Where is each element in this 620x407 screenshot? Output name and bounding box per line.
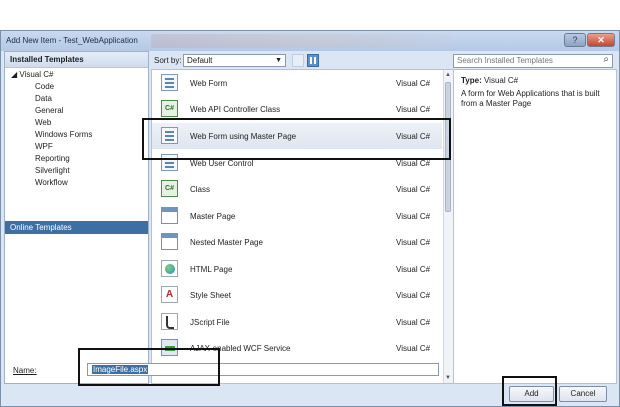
background-window-overlay bbox=[151, 34, 451, 48]
csharp-class-icon: C# bbox=[161, 180, 178, 197]
template-row-web-api-controller[interactable]: C# Web API Controller Class Visual C# bbox=[152, 96, 442, 122]
template-language: Visual C# bbox=[396, 238, 431, 247]
template-details-panel: Type: Visual C# A form for Web Applicati… bbox=[453, 69, 617, 384]
template-name: HTML Page bbox=[190, 265, 233, 274]
sort-label: Sort by: bbox=[154, 56, 182, 65]
template-categories-panel: Installed Templates ◢ Visual C# Code Dat… bbox=[4, 51, 149, 384]
search-input[interactable]: Search Installed Templates ⌕ bbox=[453, 54, 613, 68]
scrollbar-thumb[interactable] bbox=[445, 82, 451, 212]
medium-icons-view-icon[interactable] bbox=[307, 54, 319, 67]
template-row-master-page[interactable]: Master Page Visual C# bbox=[152, 203, 442, 229]
tree-item-silverlight[interactable]: Silverlight bbox=[35, 166, 70, 175]
template-name: Web Form using Master Page bbox=[190, 132, 297, 141]
scroll-up-icon[interactable]: ▲ bbox=[445, 72, 451, 78]
template-row-jscript-file[interactable]: JScript File Visual C# bbox=[152, 309, 442, 335]
search-placeholder: Search Installed Templates bbox=[457, 56, 553, 65]
tree-item-wpf[interactable]: WPF bbox=[35, 142, 53, 151]
help-button[interactable]: ? bbox=[564, 33, 586, 47]
template-description: A form for Web Applications that is buil… bbox=[461, 89, 600, 108]
template-row-html-page[interactable]: HTML Page Visual C# bbox=[152, 256, 442, 282]
template-row-web-form-master[interactable]: Web Form using Master Page Visual C# bbox=[152, 123, 442, 149]
csharp-class-icon: C# bbox=[161, 100, 178, 117]
search-icon[interactable]: ⌕ bbox=[603, 54, 609, 66]
type-label: Type: bbox=[461, 76, 482, 85]
template-list-scrollbar[interactable]: ▲ ▼ bbox=[443, 70, 453, 383]
template-name: Class bbox=[190, 185, 211, 194]
template-name: Nested Master Page bbox=[190, 238, 263, 247]
template-language: Visual C# bbox=[396, 185, 431, 194]
template-row-web-form[interactable]: Web Form Visual C# bbox=[152, 70, 442, 96]
tree-item-workflow[interactable]: Workflow bbox=[35, 178, 68, 187]
template-language: Visual C# bbox=[396, 265, 431, 274]
close-button[interactable]: ✕ bbox=[587, 33, 615, 47]
template-language: Visual C# bbox=[396, 318, 431, 327]
wcf-service-icon bbox=[161, 339, 178, 356]
tree-item-visual-csharp[interactable]: ◢ Visual C# bbox=[11, 70, 53, 79]
add-new-item-dialog: Add New Item - Test_WebApplication ? ✕ I… bbox=[0, 30, 620, 407]
style-sheet-icon: A bbox=[161, 286, 178, 303]
template-row-nested-master-page[interactable]: Nested Master Page Visual C# bbox=[152, 229, 442, 255]
name-value: ImageFile.aspx bbox=[92, 365, 149, 374]
installed-templates-header[interactable]: Installed Templates bbox=[5, 52, 148, 68]
tree-item-data[interactable]: Data bbox=[35, 94, 52, 103]
template-row-web-user-control[interactable]: Web User Control Visual C# bbox=[152, 150, 442, 176]
template-language: Visual C# bbox=[396, 132, 431, 141]
template-name: AJAX-enabled WCF Service bbox=[190, 344, 291, 353]
master-page-icon bbox=[161, 207, 178, 224]
web-form-master-icon bbox=[161, 127, 178, 144]
scroll-down-icon[interactable]: ▼ bbox=[445, 375, 451, 381]
template-name: Web User Control bbox=[190, 159, 254, 168]
tree-item-web[interactable]: Web bbox=[35, 118, 51, 127]
tree-item-code[interactable]: Code bbox=[35, 82, 54, 91]
template-language: Visual C# bbox=[396, 105, 431, 114]
template-row-class[interactable]: C# Class Visual C# bbox=[152, 176, 442, 202]
tree-item-windows-forms[interactable]: Windows Forms bbox=[35, 130, 92, 139]
html-page-icon bbox=[161, 260, 178, 277]
template-name: Style Sheet bbox=[190, 291, 231, 300]
template-row-ajax-wcf-service[interactable]: AJAX-enabled WCF Service Visual C# bbox=[152, 335, 442, 361]
online-templates-item[interactable]: Online Templates bbox=[5, 221, 148, 234]
template-name: Master Page bbox=[190, 212, 236, 221]
user-control-icon bbox=[161, 154, 178, 171]
name-input[interactable]: ImageFile.aspx bbox=[87, 363, 439, 376]
web-form-icon bbox=[161, 74, 178, 91]
add-button[interactable]: Add bbox=[509, 386, 554, 402]
chevron-down-icon: ▼ bbox=[275, 57, 282, 64]
sort-toolbar: Sort by: Default ▼ bbox=[151, 52, 451, 69]
tree-item-reporting[interactable]: Reporting bbox=[35, 154, 70, 163]
template-name: Web API Controller Class bbox=[190, 105, 281, 114]
sort-dropdown[interactable]: Default ▼ bbox=[183, 54, 286, 67]
list-view-icon[interactable] bbox=[292, 54, 304, 67]
window-title: Add New Item - Test_WebApplication bbox=[6, 36, 138, 45]
tree-item-general[interactable]: General bbox=[35, 106, 63, 115]
template-language: Visual C# bbox=[396, 291, 431, 300]
type-value: Visual C# bbox=[483, 76, 519, 85]
template-row-style-sheet[interactable]: A Style Sheet Visual C# bbox=[152, 282, 442, 308]
template-list: Web Form Visual C# C# Web API Controller… bbox=[151, 69, 454, 384]
template-name: Web Form bbox=[190, 79, 228, 88]
title-bar: Add New Item - Test_WebApplication ? ✕ bbox=[1, 31, 619, 51]
nested-master-page-icon bbox=[161, 233, 178, 250]
template-language: Visual C# bbox=[396, 344, 431, 353]
template-type: Type: Visual C# bbox=[461, 76, 609, 85]
template-language: Visual C# bbox=[396, 79, 431, 88]
name-label: Name: bbox=[13, 366, 37, 375]
jscript-file-icon bbox=[161, 313, 178, 330]
template-language: Visual C# bbox=[396, 159, 431, 168]
cancel-button[interactable]: Cancel bbox=[559, 386, 607, 402]
template-language: Visual C# bbox=[396, 212, 431, 221]
sort-value: Default bbox=[187, 56, 213, 65]
template-name: JScript File bbox=[190, 318, 230, 327]
